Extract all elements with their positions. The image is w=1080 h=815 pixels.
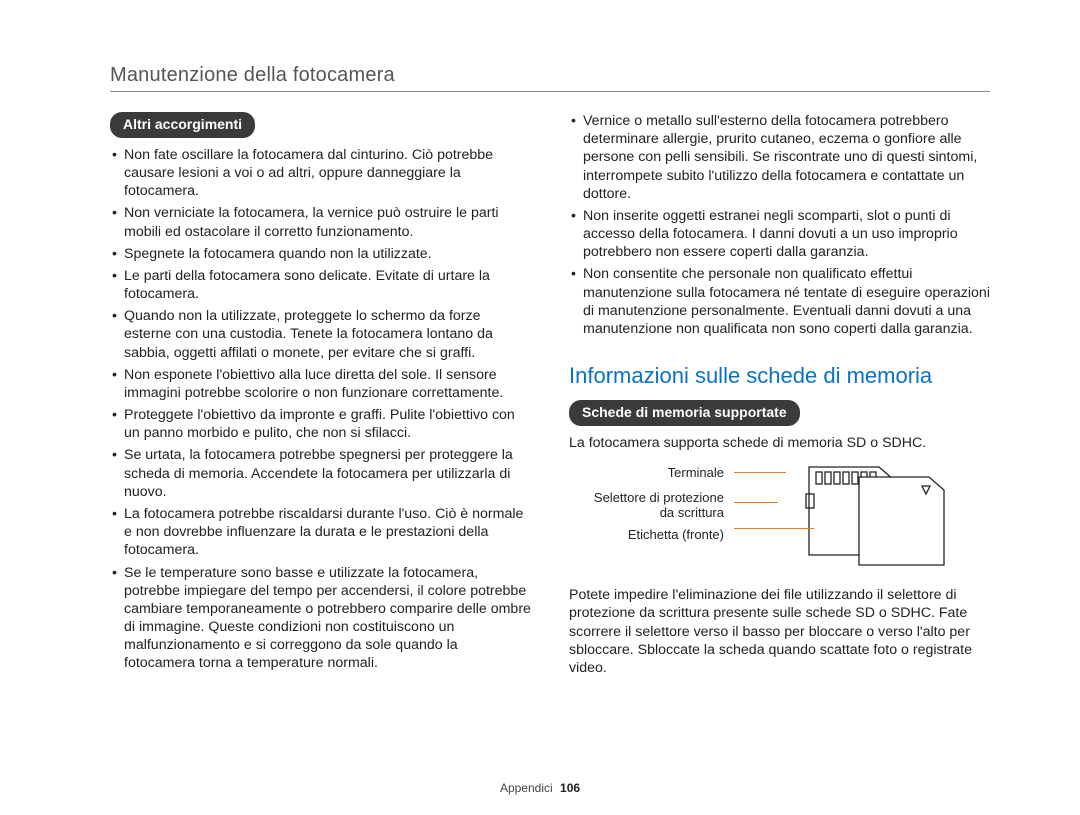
list-item: Non esponete l'obiettivo alla luce diret… xyxy=(110,366,531,402)
left-bullet-list: Non fate oscillare la fotocamera dal cin… xyxy=(110,146,531,673)
pill-altri-accorgimenti: Altri accorgimenti xyxy=(110,112,255,138)
right-column: Vernice o metallo sull'esterno della fot… xyxy=(569,112,990,677)
list-item: Non fate oscillare la fotocamera dal cin… xyxy=(110,146,531,201)
content-columns: Altri accorgimenti Non fate oscillare la… xyxy=(110,112,990,677)
sd-card-diagram: Terminale Selettore di protezione da scr… xyxy=(569,462,990,572)
leader-line-icon xyxy=(734,472,786,473)
label-write-protect: Selettore di protezione da scrittura xyxy=(569,491,724,521)
label-terminal: Terminale xyxy=(569,466,724,480)
footer-page-number: 106 xyxy=(560,781,580,795)
list-item: La fotocamera potrebbe riscaldarsi duran… xyxy=(110,505,531,560)
leader-line-icon xyxy=(734,528,814,529)
supported-text: La fotocamera supporta schede di memoria… xyxy=(569,434,990,452)
diagram-labels: Terminale Selettore di protezione da scr… xyxy=(569,462,724,552)
list-item: Non inserite oggetti estranei negli scom… xyxy=(569,207,990,262)
page-header: Manutenzione della fotocamera xyxy=(110,64,990,87)
leader-line-icon xyxy=(734,502,778,503)
label-write-protect-line2: da scrittura xyxy=(660,505,724,520)
footer-section: Appendici xyxy=(500,781,553,795)
leader-lines xyxy=(734,462,794,562)
list-item: Non verniciate la fotocamera, la vernice… xyxy=(110,204,531,240)
label-front: Etichetta (fronte) xyxy=(569,528,724,542)
list-item: Vernice o metallo sull'esterno della fot… xyxy=(569,112,990,203)
right-top-bullet-list: Vernice o metallo sull'esterno della fot… xyxy=(569,112,990,338)
list-item: Spegnete la fotocamera quando non la uti… xyxy=(110,245,531,263)
pill-schede-supportate: Schede di memoria supportate xyxy=(569,400,800,426)
header-divider xyxy=(110,91,990,92)
list-item: Le parti della fotocamera sono delicate.… xyxy=(110,267,531,303)
list-item: Quando non la utilizzate, proteggete lo … xyxy=(110,307,531,362)
list-item: Proteggete l'obiettivo da impronte e gra… xyxy=(110,406,531,442)
section-title-memory-cards: Informazioni sulle schede di memoria xyxy=(569,362,990,390)
label-write-protect-line1: Selettore di protezione xyxy=(594,490,724,505)
bottom-paragraph: Potete impedire l'eliminazione dei file … xyxy=(569,586,990,677)
page-footer: Appendici 106 xyxy=(0,781,1080,795)
list-item: Se urtata, la fotocamera potrebbe spegne… xyxy=(110,446,531,501)
left-column: Altri accorgimenti Non fate oscillare la… xyxy=(110,112,531,677)
sd-card-icon xyxy=(804,462,964,572)
list-item: Non consentite che personale non qualifi… xyxy=(569,265,990,338)
list-item: Se le temperature sono basse e utilizzat… xyxy=(110,564,531,673)
